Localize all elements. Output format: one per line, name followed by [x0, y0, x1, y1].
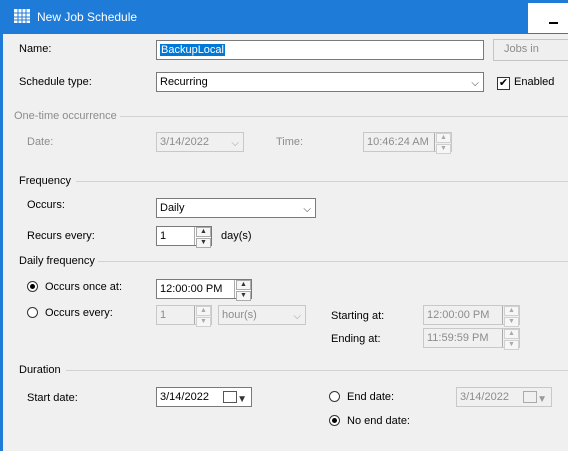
end-date-label: End date: [347, 391, 395, 403]
starting-at-value: 12:00:00 PM [427, 309, 490, 321]
jobs-in-schedule-button[interactable]: Jobs in [493, 39, 568, 61]
duration-divider [66, 370, 568, 371]
spin-buttons[interactable]: ▲ ▼ [502, 329, 519, 350]
occurs-once-label: Occurs once at: [45, 281, 123, 293]
ending-at-label: Ending at: [331, 333, 381, 345]
occurs-once-radio[interactable] [27, 281, 38, 292]
name-input[interactable]: BackupLocal [156, 40, 484, 60]
name-value: BackupLocal [160, 44, 225, 56]
spin-buttons[interactable]: ▲ ▼ [234, 280, 251, 301]
occurs-every-unit-value: hour(s) [222, 309, 257, 321]
spin-down-icon: ▼ [236, 291, 251, 301]
ending-at-spinner[interactable]: 11:59:59 PM ▲ ▼ [423, 328, 520, 350]
daily-frequency-heading: Daily frequency [19, 255, 95, 267]
spin-down-icon: ▼ [436, 144, 451, 154]
start-date-label: Start date: [27, 392, 78, 404]
spin-down-icon: ▼ [196, 317, 211, 327]
frequency-heading: Frequency [19, 175, 71, 187]
start-date-picker[interactable]: 3/14/2022 ▼ [156, 387, 252, 407]
chevron-down-icon: ⌵ [471, 78, 479, 89]
time-label: Time: [276, 136, 304, 148]
calendar-dropdown-icon: ▼ [519, 391, 547, 408]
chevron-down-icon: ⌵ [231, 138, 239, 149]
no-end-date-radio[interactable] [329, 415, 340, 426]
end-date-value: 3/14/2022 [460, 391, 509, 403]
spin-buttons[interactable]: ▲ ▼ [194, 306, 211, 327]
occurs-every-radio[interactable] [27, 307, 38, 318]
checkmark-icon: ✔ [498, 77, 509, 89]
schedule-type-label: Schedule type: [19, 76, 92, 88]
occurs-once-time-spinner[interactable]: 12:00:00 PM ▲ ▼ [156, 279, 252, 301]
schedule-type-value: Recurring [160, 76, 208, 88]
window-title: New Job Schedule [37, 10, 138, 24]
frequency-divider [76, 181, 568, 182]
occurs-label: Occurs: [27, 199, 65, 211]
occurs-select[interactable]: Daily ⌵ [156, 198, 316, 218]
spin-up-icon: ▲ [196, 227, 211, 237]
enabled-label: Enabled [514, 76, 555, 88]
spin-up-icon: ▲ [436, 133, 451, 143]
recurs-every-label: Recurs every: [27, 230, 95, 242]
one-time-divider [120, 116, 568, 117]
calendar-grid-icon [14, 9, 30, 23]
enabled-checkbox[interactable]: ✔ [497, 77, 510, 90]
recurs-every-value: 1 [160, 230, 167, 242]
calendar-dropdown-icon: ▼ [219, 391, 247, 408]
one-time-date-picker[interactable]: 3/14/2022 ⌵ [156, 132, 244, 152]
chevron-down-icon: ⌵ [293, 311, 301, 322]
spin-buttons[interactable]: ▲ ▼ [194, 227, 211, 248]
occurs-every-spinner[interactable]: 1 ▲ ▼ [156, 305, 212, 327]
start-date-value: 3/14/2022 [160, 391, 209, 403]
one-time-date-value: 3/14/2022 [160, 136, 209, 148]
one-time-heading: One-time occurrence [14, 110, 117, 122]
spin-up-icon: ▲ [504, 306, 519, 316]
recurs-every-spinner[interactable]: 1 ▲ ▼ [156, 226, 212, 248]
recurs-unit-label: day(s) [221, 230, 252, 242]
occurs-every-label: Occurs every: [45, 307, 113, 319]
end-date-picker[interactable]: 3/14/2022 ▼ [456, 387, 552, 407]
date-label: Date: [27, 136, 54, 148]
one-time-time-spinner[interactable]: 10:46:24 AM ▲ ▼ [363, 132, 452, 154]
duration-heading: Duration [19, 364, 61, 376]
minimize-button[interactable] [528, 3, 568, 33]
daily-frequency-divider [98, 261, 568, 262]
spin-up-icon: ▲ [504, 329, 519, 339]
spin-up-icon: ▲ [196, 306, 211, 316]
one-time-time-value: 10:46:24 AM [367, 136, 429, 148]
window-border [0, 34, 3, 451]
starting-at-label: Starting at: [331, 310, 385, 322]
occurs-every-value: 1 [160, 309, 167, 321]
occurs-once-time-value: 12:00:00 PM [160, 283, 223, 295]
spin-down-icon: ▼ [504, 340, 519, 350]
end-date-radio[interactable] [329, 391, 340, 402]
spin-buttons[interactable]: ▲ ▼ [502, 306, 519, 327]
occurs-every-unit-select[interactable]: hour(s) ⌵ [218, 305, 306, 325]
no-end-date-label: No end date: [347, 415, 410, 427]
chevron-down-icon: ⌵ [303, 204, 311, 215]
ending-at-value: 11:59:59 PM [427, 332, 489, 344]
spin-up-icon: ▲ [236, 280, 251, 290]
name-label: Name: [19, 43, 52, 55]
starting-at-spinner[interactable]: 12:00:00 PM ▲ ▼ [423, 305, 520, 327]
spin-buttons[interactable]: ▲ ▼ [434, 133, 451, 154]
schedule-type-select[interactable]: Recurring ⌵ [156, 72, 484, 92]
spin-down-icon: ▼ [504, 317, 519, 327]
spin-down-icon: ▼ [196, 238, 211, 248]
minimize-icon [549, 22, 558, 24]
occurs-value: Daily [160, 202, 185, 214]
